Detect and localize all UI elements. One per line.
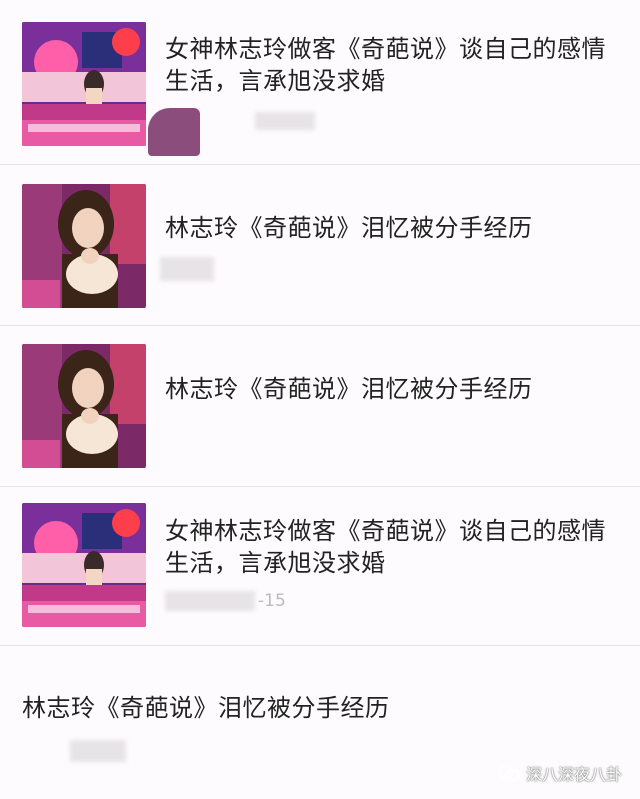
meta-redacted <box>165 591 255 611</box>
watermark: 深八深夜八卦 <box>498 761 622 785</box>
list-item[interactable]: 女神林志玲做客《奇葩说》谈自己的感情生活，言承旭没求婚 -15 <box>0 487 640 646</box>
decorative-blob <box>148 108 200 156</box>
list-item[interactable]: 林志玲《奇葩说》泪忆被分手经历 <box>0 165 640 326</box>
article-title[interactable]: 女神林志玲做客《奇葩说》谈自己的感情生活，言承旭没求婚 <box>165 515 620 579</box>
thumbnail-image[interactable] <box>22 184 146 308</box>
meta-redacted <box>160 257 214 281</box>
article-title[interactable]: 林志玲《奇葩说》泪忆被分手经历 <box>165 212 620 244</box>
wechat-icon <box>498 765 520 781</box>
article-title[interactable]: 林志玲《奇葩说》泪忆被分手经历 <box>22 692 620 724</box>
meta-redacted <box>70 740 126 762</box>
watermark-text: 深八深夜八卦 <box>525 765 622 784</box>
meta-redacted <box>255 112 315 130</box>
article-date: -15 <box>258 591 286 611</box>
thumbnail-image[interactable] <box>22 503 146 627</box>
thumbnail-image[interactable] <box>22 22 146 146</box>
list-item[interactable]: 女神林志玲做客《奇葩说》谈自己的感情生活，言承旭没求婚 <box>0 0 640 165</box>
thumbnail-image[interactable] <box>22 344 146 468</box>
list-item[interactable]: 林志玲《奇葩说》泪忆被分手经历 <box>0 326 640 487</box>
article-title[interactable]: 林志玲《奇葩说》泪忆被分手经历 <box>165 373 620 405</box>
article-title[interactable]: 女神林志玲做客《奇葩说》谈自己的感情生活，言承旭没求婚 <box>165 33 620 97</box>
